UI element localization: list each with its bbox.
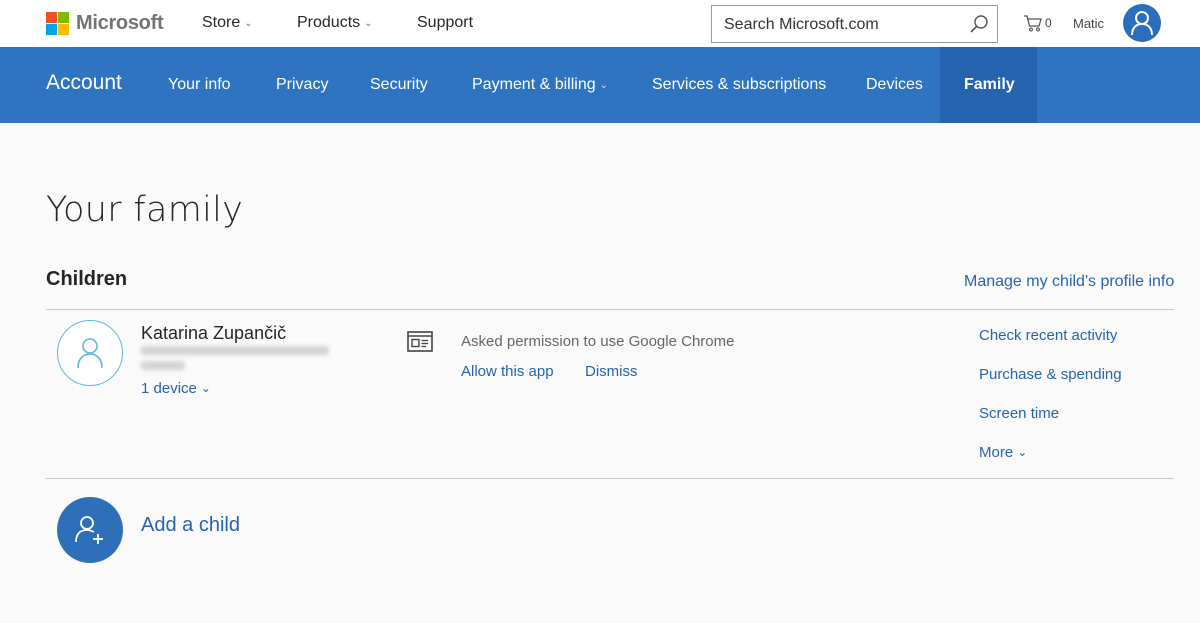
tab-privacy[interactable]: Privacy (276, 76, 328, 94)
tab-family[interactable]: Family (940, 47, 1037, 123)
cart-icon (1024, 15, 1042, 32)
children-heading: Children (46, 268, 128, 290)
devices-toggle[interactable]: 1 device ⌄ (141, 380, 211, 397)
search-box[interactable]: Search Microsoft.com (711, 5, 998, 43)
top-header: Microsoft Store ⌄ Products ⌄ Support Searc… (0, 0, 1200, 47)
tab-security[interactable]: Security (370, 76, 428, 94)
child-avatar (57, 320, 123, 386)
chevron-down-icon: ⌄ (244, 18, 253, 29)
user-icon (77, 338, 103, 369)
add-user-icon (75, 516, 103, 544)
tab-your-info[interactable]: Your info (168, 76, 231, 94)
permission-request-text: Asked permission to use Google Chrome (461, 333, 735, 350)
chevron-down-icon: ⌄ (599, 80, 609, 91)
tab-payment-billing-label: Payment & billing (472, 76, 596, 93)
account-title[interactable]: Account (46, 71, 122, 95)
tab-devices[interactable]: Devices (866, 76, 923, 94)
app-window-icon (407, 331, 433, 352)
more-label: More (979, 444, 1014, 461)
nav-support[interactable]: Support (417, 14, 473, 32)
allow-app-link[interactable]: Allow this app (461, 363, 554, 380)
tab-family-label: Family (964, 76, 1015, 93)
manage-profile-link[interactable]: Manage my child's profile info (964, 273, 1174, 291)
search-input[interactable]: Search Microsoft.com (724, 16, 879, 34)
tab-payment-billing[interactable]: Payment & billing ⌄ (472, 76, 608, 94)
screen-time-link[interactable]: Screen time (979, 405, 1059, 422)
account-avatar[interactable] (1123, 4, 1161, 42)
nav-products-label: Products (297, 14, 361, 31)
search-icon[interactable] (969, 14, 989, 34)
dismiss-link[interactable]: Dismiss (585, 363, 638, 380)
check-activity-link[interactable]: Check recent activity (979, 327, 1117, 344)
user-name[interactable]: Matic (1073, 16, 1104, 31)
cart-count: 0 (1045, 16, 1052, 30)
nav-products[interactable]: Products ⌄ (297, 14, 373, 32)
page-title: Your family (46, 190, 244, 230)
purchase-spending-link[interactable]: Purchase & spending (979, 366, 1122, 383)
child-name: Katarina Zupančič (141, 323, 287, 343)
add-child-button[interactable] (57, 497, 123, 563)
microsoft-logo-icon (46, 12, 69, 35)
microsoft-logo[interactable]: Microsoft (46, 12, 164, 35)
account-nav: Account Your info Privacy Security Payme… (0, 47, 1200, 123)
cart-button[interactable]: 0 (1023, 14, 1052, 32)
user-icon (1131, 11, 1153, 36)
child-email-redacted (141, 346, 331, 376)
brand-name: Microsoft (76, 12, 164, 34)
devices-label: 1 device (141, 380, 197, 397)
more-menu[interactable]: More ⌄ (979, 444, 1027, 461)
add-child-link[interactable]: Add a child (141, 514, 240, 537)
tab-services-subscriptions[interactable]: Services & subscriptions (652, 76, 826, 94)
nav-store-label: Store (202, 14, 241, 31)
nav-store[interactable]: Store ⌄ (202, 14, 253, 32)
chevron-down-icon: ⌄ (1017, 445, 1028, 459)
chevron-down-icon: ⌄ (364, 18, 373, 29)
divider (46, 309, 1174, 310)
chevron-down-icon: ⌄ (200, 381, 211, 395)
nav-support-label: Support (417, 14, 474, 31)
divider (46, 478, 1174, 479)
